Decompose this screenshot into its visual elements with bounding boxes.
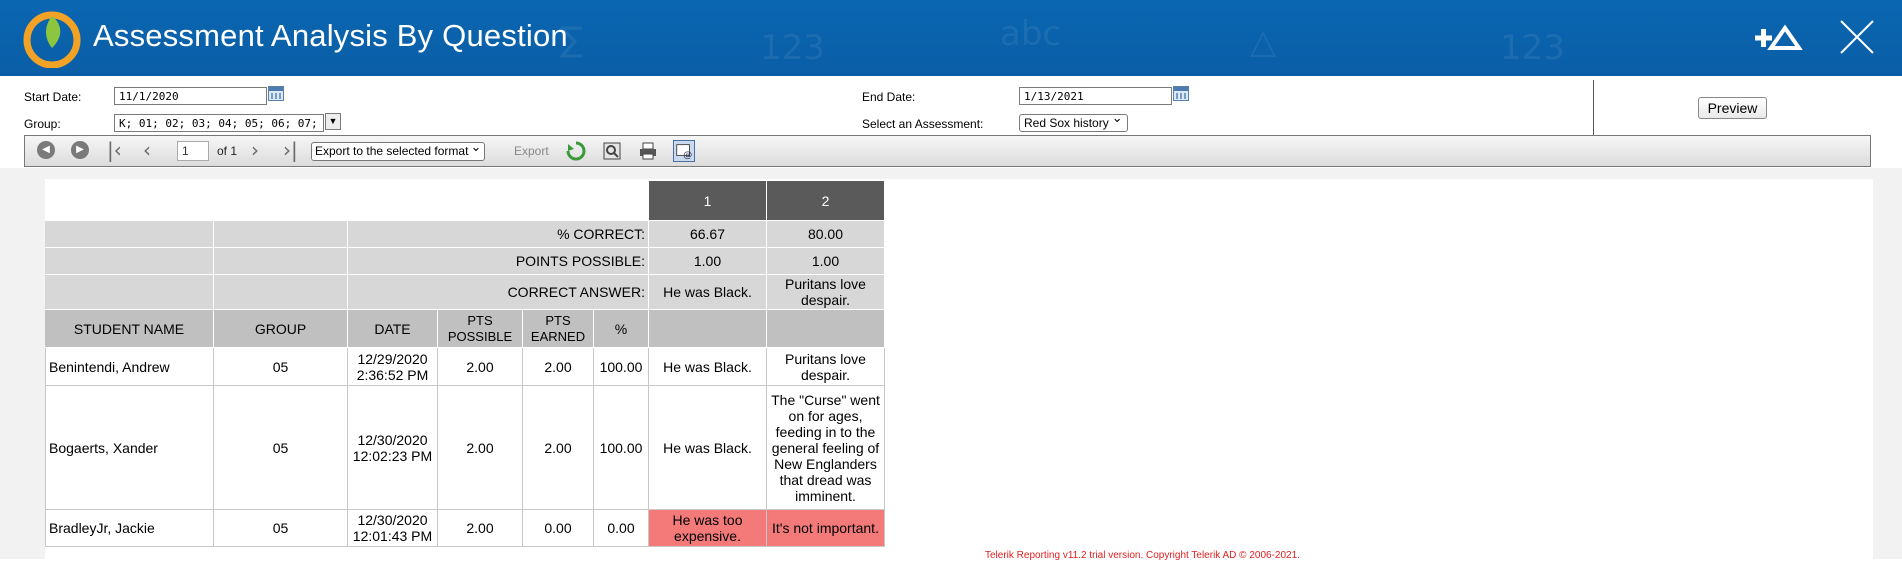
page-number-input[interactable]: 1	[177, 141, 209, 161]
table-row-date: 12/29/2020 2:36:52 PM	[348, 348, 438, 386]
table-row-group: 05	[214, 510, 348, 547]
forward-icon[interactable]: ▶	[71, 141, 89, 159]
table-row-answer-wrong: He was too expensive.	[649, 510, 767, 547]
column-header: GROUP	[214, 310, 348, 348]
column-header: %	[594, 310, 649, 348]
summary-value: 66.67	[649, 221, 767, 248]
table-row-answer: He was Black.	[649, 386, 767, 510]
last-page-icon[interactable]: ›|	[283, 140, 298, 161]
summary-value: 1.00	[649, 248, 767, 275]
question-header-1: 1	[649, 181, 767, 221]
summary-label: % CORRECT:	[348, 221, 649, 248]
summary-value: 1.00	[767, 248, 885, 275]
summary-label: CORRECT ANSWER:	[348, 275, 649, 310]
group-input[interactable]: K; 01; 02; 03; 04; 05; 06; 07; 0	[114, 114, 324, 132]
table-row-pts-possible: 2.00	[438, 348, 523, 386]
print-preview-icon[interactable]	[601, 140, 623, 162]
report-toolbar: ◀ ▶ |‹ ‹ 1 of 1 › ›| Export to the selec…	[24, 135, 1871, 167]
table-row-name: Benintendi, Andrew	[45, 348, 214, 386]
question-header-2: 2	[767, 181, 885, 221]
previous-page-icon[interactable]: ‹	[143, 140, 151, 161]
group-label: Group:	[24, 117, 61, 131]
start-date-label: Start Date:	[24, 90, 82, 104]
table-row-name: Bogaerts, Xander	[45, 386, 214, 510]
table-row-answer-wrong: It's not important.	[767, 510, 885, 547]
column-header-blank	[767, 310, 885, 348]
column-header: PTS EARNED	[523, 310, 594, 348]
table-row-pts-earned: 2.00	[523, 386, 594, 510]
export-format-select[interactable]: Export to the selected format	[311, 140, 486, 161]
summary-blank	[45, 248, 214, 275]
table-row-date: 12/30/2020 12:02:23 PM	[348, 386, 438, 510]
summary-blank	[214, 248, 348, 275]
background-pattern: 123	[760, 28, 825, 68]
table-row-date: 12/30/2020 12:01:43 PM	[348, 510, 438, 547]
chevron-down-icon[interactable]: ▼	[325, 113, 341, 130]
app-header: ∑ 123 abc △ 123 Assessment Analysis By Q…	[0, 0, 1902, 76]
assessment-select[interactable]: Red Sox history	[1019, 112, 1128, 132]
send-mail-icon[interactable]: @	[673, 140, 695, 162]
table-row-group: 05	[214, 386, 348, 510]
divider	[1593, 80, 1594, 136]
column-header: STUDENT NAME	[45, 310, 214, 348]
end-date-label: End Date:	[862, 90, 916, 104]
assessment-label: Select an Assessment:	[862, 117, 984, 131]
summary-blank	[45, 221, 214, 248]
print-icon[interactable]	[637, 140, 659, 162]
summary-value: 80.00	[767, 221, 885, 248]
summary-value: He was Black.	[649, 275, 767, 310]
copyright-notice: Telerik Reporting v11.2 trial version. C…	[985, 550, 1300, 561]
refresh-icon[interactable]	[565, 140, 587, 162]
table-row-pts-possible: 2.00	[438, 510, 523, 547]
table-row-pts-earned: 2.00	[523, 348, 594, 386]
export-button[interactable]: Export	[514, 141, 549, 161]
table-row-group: 05	[214, 348, 348, 386]
column-header-blank	[649, 310, 767, 348]
calendar-icon[interactable]	[1173, 86, 1189, 101]
table-row-answer: He was Black.	[649, 348, 767, 386]
table-row-pct: 100.00	[594, 348, 649, 386]
background-pattern: △	[1250, 22, 1277, 62]
summary-blank	[214, 221, 348, 248]
summary-value: Puritans love despair.	[767, 275, 885, 310]
close-icon[interactable]	[1838, 18, 1876, 56]
summary-label: POINTS POSSIBLE:	[348, 248, 649, 275]
background-pattern: 123	[1500, 28, 1565, 68]
table-row-pts-possible: 2.00	[438, 386, 523, 510]
end-date-input[interactable]: 1/13/2021	[1019, 87, 1172, 105]
table-row-pct: 0.00	[594, 510, 649, 547]
table-row-answer: The "Curse" went on for ages, feeding in…	[767, 386, 885, 510]
first-page-icon[interactable]: |‹	[107, 140, 122, 161]
summary-blank	[214, 275, 348, 310]
background-pattern: abc	[1000, 14, 1062, 54]
summary-blank	[45, 275, 214, 310]
start-date-input[interactable]: 11/1/2020	[114, 87, 267, 105]
table-row-answer: Puritans love despair.	[767, 348, 885, 386]
column-header: PTS POSSIBLE	[438, 310, 523, 348]
calendar-icon[interactable]	[268, 86, 284, 101]
page-title: Assessment Analysis By Question	[93, 18, 568, 53]
back-icon[interactable]: ◀	[37, 141, 55, 159]
logo-circle-icon	[23, 11, 81, 68]
table-row-pct: 100.00	[594, 386, 649, 510]
next-page-icon[interactable]: ›	[251, 140, 259, 161]
column-header: DATE	[348, 310, 438, 348]
page-count: of 1	[217, 144, 238, 158]
plus-triangle-icon[interactable]	[1755, 24, 1803, 52]
preview-button[interactable]: Preview	[1698, 97, 1767, 119]
svg-text:@: @	[683, 150, 692, 160]
table-row-pts-earned: 0.00	[523, 510, 594, 547]
table-row-name: BradleyJr, Jackie	[45, 510, 214, 547]
